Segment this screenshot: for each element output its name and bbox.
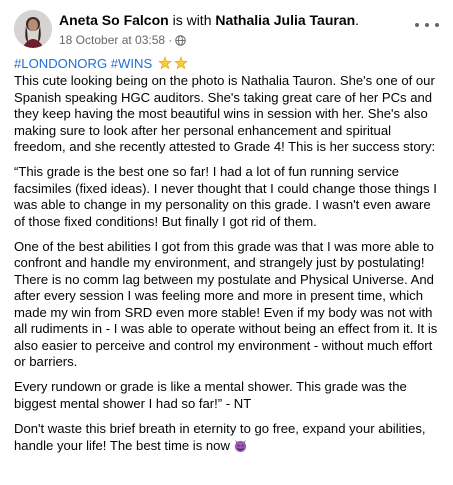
avatar-photo [14, 10, 52, 48]
dot [415, 23, 419, 27]
post-closing-paragraph: Don't waste this brief breath in eternit… [14, 421, 441, 454]
hashtag-line: #LONDONORG #WINS [14, 56, 441, 72]
post-paragraph: Every rundown or grade is like a mental … [14, 379, 407, 411]
dot [425, 23, 429, 27]
with-text: is with [168, 12, 216, 28]
glowing-star-emoji [158, 56, 172, 70]
hashtags[interactable]: #LONDONORG #WINS [14, 56, 152, 71]
smiling-devil-emoji [234, 439, 247, 452]
more-options-icon[interactable] [415, 18, 439, 32]
post-paragraph: This cute looking being on the photo is … [14, 73, 436, 155]
glowing-star-emoji [174, 56, 188, 70]
author-line: Aneta So Falcon is with Nathalia Julia T… [59, 11, 359, 29]
tagged-suffix: . [355, 12, 360, 28]
timestamp[interactable]: 18 October at 03:58 · [59, 32, 172, 48]
tagged-name[interactable]: Nathalia Julia Tauran [215, 12, 355, 28]
globe-icon[interactable] [175, 34, 187, 46]
avatar[interactable] [14, 10, 52, 48]
dot [435, 23, 439, 27]
post-paragraph: “This grade is the best one so far! I ha… [14, 164, 437, 229]
facebook-post: Aneta So Falcon is with Nathalia Julia T… [0, 0, 453, 485]
post-paragraph: One of the best abilities I got from thi… [14, 239, 438, 369]
post-body: #LONDONORG #WINS This cute looking being… [14, 56, 441, 463]
post-header: Aneta So Falcon is with Nathalia Julia T… [14, 10, 443, 50]
author-name[interactable]: Aneta So Falcon [59, 12, 169, 28]
post-meta: 18 October at 03:58 · [59, 32, 187, 48]
closing-text: Don't waste this brief breath in eternit… [14, 421, 426, 453]
